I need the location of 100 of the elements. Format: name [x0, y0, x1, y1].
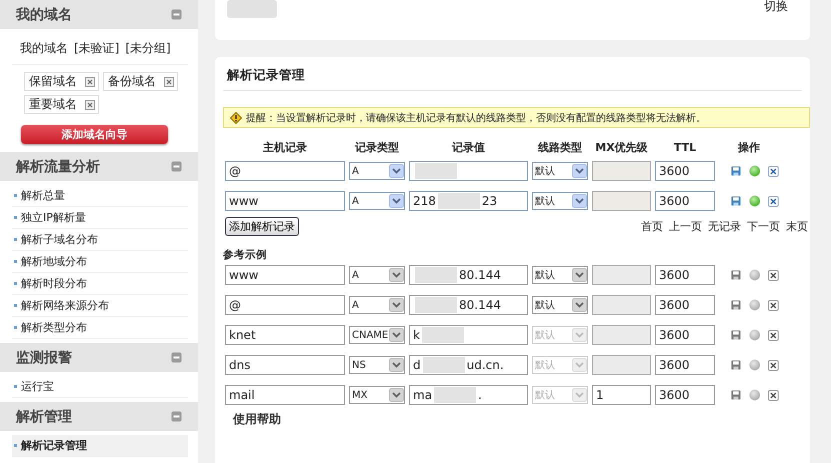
dropdown-caret-icon[interactable] [389, 164, 404, 178]
pager-link[interactable]: 下一页 [747, 219, 780, 234]
section-header[interactable]: 我的域名 [0, 0, 198, 29]
pager-link[interactable]: 首页 [641, 219, 663, 234]
dropdown-caret-icon[interactable] [389, 328, 404, 342]
sidebar-item[interactable]: 解析总量 [12, 185, 188, 207]
collapse-icon[interactable] [171, 352, 182, 363]
remove-icon[interactable] [85, 76, 95, 86]
sidebar-item[interactable]: 解析地域分布 [12, 251, 188, 273]
delete-icon[interactable] [768, 328, 779, 342]
dropdown-caret-icon[interactable] [572, 164, 587, 178]
mx-field[interactable] [592, 161, 651, 181]
add-record-button[interactable]: 添加解析记录 [225, 217, 299, 236]
save-icon[interactable] [731, 165, 741, 177]
save-icon[interactable] [731, 269, 741, 281]
ttl-field[interactable]: 3600 [655, 295, 715, 315]
line-select[interactable]: 默认 [532, 192, 588, 210]
ttl-field[interactable]: 3600 [655, 265, 715, 285]
delete-icon[interactable] [768, 268, 779, 282]
section-header[interactable]: 解析流量分析 [0, 152, 198, 181]
dropdown-caret-icon[interactable] [389, 358, 404, 372]
dropdown-caret-icon[interactable] [572, 194, 587, 208]
dropdown-caret-icon[interactable] [572, 268, 587, 282]
host-field[interactable]: @ [225, 161, 345, 181]
sidebar-item[interactable]: 解析网络来源分布 [12, 295, 188, 317]
dropdown-caret-icon[interactable] [389, 268, 404, 282]
mx-field[interactable] [592, 191, 651, 211]
domain-tag[interactable]: 备份域名 [103, 72, 178, 91]
section-header[interactable]: 监测报警 [0, 343, 198, 372]
line-select[interactable]: 默认 [532, 296, 588, 314]
line-select[interactable]: 默认 [532, 162, 588, 180]
value-field[interactable]: 80.144 [409, 295, 528, 315]
dropdown-caret-icon[interactable] [389, 388, 404, 402]
type-select[interactable]: A [349, 192, 405, 210]
status-icon[interactable] [748, 164, 760, 178]
delete-icon[interactable] [768, 388, 779, 402]
status-icon[interactable] [748, 194, 760, 208]
host-field[interactable]: dns [225, 355, 345, 375]
sidebar-item[interactable]: 解析类型分布 [12, 317, 188, 339]
type-select[interactable]: MX [349, 386, 405, 404]
delete-icon[interactable] [768, 358, 779, 372]
value-field[interactable]: ma . [409, 385, 528, 405]
dropdown-caret-icon[interactable] [389, 194, 404, 208]
remove-icon[interactable] [85, 100, 95, 110]
dropdown-caret-icon[interactable] [389, 298, 404, 312]
domain-filter[interactable]: [未验证] [74, 40, 120, 57]
domain-tag[interactable]: 保留域名 [24, 72, 99, 91]
delete-icon[interactable] [768, 164, 779, 178]
host-field[interactable]: @ [225, 295, 345, 315]
value-field[interactable]: k [409, 325, 528, 345]
host-field[interactable]: knet [225, 325, 345, 345]
ttl-field[interactable]: 3600 [655, 385, 715, 405]
type-select[interactable]: A [349, 162, 405, 180]
ttl-field[interactable]: 3600 [655, 325, 715, 345]
ttl-field[interactable]: 3600 [655, 191, 715, 211]
mx-field[interactable] [592, 265, 651, 285]
collapse-icon[interactable] [171, 9, 182, 20]
type-select[interactable]: CNAME [349, 326, 405, 344]
mx-field[interactable]: 1 [592, 385, 651, 405]
sidebar-item[interactable]: 解析子域名分布 [12, 229, 188, 251]
ttl-field[interactable]: 3600 [655, 355, 715, 375]
save-icon[interactable] [731, 299, 741, 311]
type-select[interactable]: A [349, 266, 405, 284]
collapse-icon[interactable] [171, 411, 182, 422]
add-domain-button[interactable]: 添加域名向导 [21, 125, 168, 144]
ttl-field[interactable]: 3600 [655, 161, 715, 181]
sidebar-item[interactable]: 解析时段分布 [12, 273, 188, 295]
type-select[interactable]: NS [349, 356, 405, 374]
collapse-icon[interactable] [171, 161, 182, 172]
save-icon[interactable] [731, 195, 741, 207]
host-field[interactable]: www [225, 265, 345, 285]
sidebar-item[interactable]: 独立IP解析量 [12, 207, 188, 229]
pager-link[interactable]: 上一页 [669, 219, 702, 234]
sidebar-item[interactable]: 运行宝 [12, 376, 188, 398]
domain-filter[interactable]: [未分组] [125, 40, 171, 57]
switch-link[interactable]: 切换 [764, 0, 788, 40]
domain-tag[interactable]: 重要域名 [24, 95, 99, 114]
mx-field[interactable] [592, 295, 651, 315]
remove-icon[interactable] [164, 76, 174, 86]
save-icon[interactable] [731, 359, 741, 371]
save-icon[interactable] [731, 329, 741, 341]
value-field[interactable]: d ud.cn. [409, 355, 528, 375]
line-select[interactable]: 默认 [532, 266, 588, 284]
pager-link[interactable]: 末页 [786, 219, 808, 234]
dropdown-caret-icon[interactable] [572, 298, 587, 312]
value-field[interactable]: 80.144 [409, 265, 528, 285]
value-field[interactable] [409, 161, 528, 181]
host-field[interactable]: mail [225, 385, 345, 405]
domain-filter[interactable]: 我的域名 [20, 40, 68, 57]
mx-field[interactable] [592, 355, 651, 375]
delete-icon[interactable] [768, 298, 779, 312]
section-header[interactable]: 解析管理 [0, 402, 198, 431]
type-select[interactable]: A [349, 296, 405, 314]
pager-link[interactable]: 无记录 [708, 219, 741, 234]
mx-field[interactable] [592, 325, 651, 345]
sidebar-item[interactable]: 解析记录管理 [12, 435, 188, 457]
save-icon[interactable] [731, 389, 741, 401]
host-field[interactable]: www [225, 191, 345, 211]
value-field[interactable]: 218 23 [409, 191, 528, 211]
delete-icon[interactable] [768, 194, 779, 208]
